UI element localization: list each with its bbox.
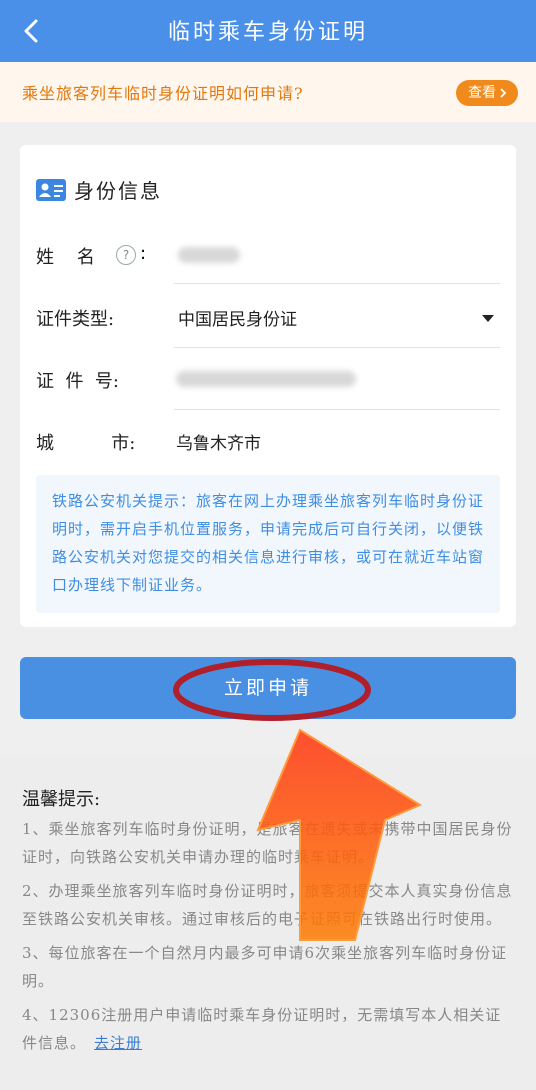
identity-info-card: 身份信息 姓 名 ? : 证件类型: 中国居民身份证 证 件 号: 城 市: 乌… [20, 145, 516, 627]
city-label: 城 市: [36, 433, 136, 454]
tips-list: 1、乘坐旅客列车临时身份证明，是旅客在遗失或未携带中国居民身份证时，向铁路公安机… [22, 815, 516, 1063]
id-number-label: 证 件 号: [36, 371, 119, 392]
name-row: 姓 名 ? : [36, 243, 500, 284]
police-hint-box: 铁路公安机关提示：旅客在网上办理乘坐旅客列车临时身份证明时，需开启手机位置服务，… [36, 475, 500, 613]
tip-item: 3、每位旅客在一个自然月内最多可申请6次乘坐旅客列车临时身份证明。 [22, 944, 508, 990]
tips-title: 温馨提示: [22, 789, 101, 810]
name-label: 姓 名 [36, 247, 95, 268]
police-hint-text: 铁路公安机关提示：旅客在网上办理乘坐旅客列车临时身份证明时，需开启手机位置服务，… [52, 492, 485, 594]
dropdown-caret-icon[interactable] [482, 315, 494, 322]
chevron-right-icon [500, 88, 507, 98]
view-button[interactable]: 查看 [456, 80, 518, 106]
city-row: 城 市: 乌鲁木齐市 [36, 429, 500, 459]
notice-text: 乘坐旅客列车临时身份证明如何申请? [22, 84, 304, 103]
card-header: 身份信息 [36, 175, 162, 204]
city-value: 乌鲁木齐市 [176, 434, 261, 454]
help-icon[interactable]: ? [116, 245, 136, 265]
id-type-label: 证件类型: [36, 309, 115, 330]
tips-section: 温馨提示: 1、乘坐旅客列车临时身份证明，是旅客在遗失或未携带中国居民身份证时，… [0, 757, 536, 1090]
tip-item: 1、乘坐旅客列车临时身份证明，是旅客在遗失或未携带中国居民身份证时，向铁路公安机… [22, 820, 513, 866]
id-card-icon [36, 178, 66, 201]
top-nav-bar: 临时乘车身份证明 [0, 0, 536, 62]
id-number-field[interactable] [176, 371, 356, 387]
id-number-row: 证 件 号: [36, 367, 500, 410]
register-link[interactable]: 去注册 [94, 1034, 142, 1052]
id-type-select[interactable]: 中国居民身份证 [178, 305, 297, 330]
tip-item-last: 4、12306注册用户申请临时乘车身份证明时，无需填写本人相关证件信息。 去注册 [22, 1001, 516, 1057]
tip-item: 2、办理乘坐旅客列车临时身份证明时，旅客须提交本人真实身份信息至铁路公安机关审核… [22, 882, 513, 928]
apply-now-button[interactable]: 立即申请 [20, 657, 516, 719]
view-button-label: 查看 [468, 85, 496, 101]
id-type-row[interactable]: 证件类型: 中国居民身份证 [36, 305, 500, 348]
notice-bar: 乘坐旅客列车临时身份证明如何申请? 查看 [0, 62, 536, 122]
name-field[interactable] [178, 247, 240, 263]
page-title: 临时乘车身份证明 [167, 20, 368, 45]
card-title: 身份信息 [74, 179, 162, 203]
